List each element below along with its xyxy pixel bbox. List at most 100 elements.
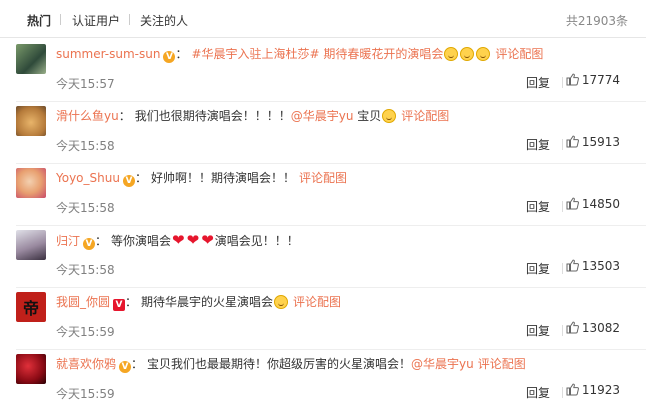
emoji-icon: [382, 109, 397, 123]
comment-body: 归汀 V：等你演唱会❤ ❤ ❤演唱会见！！！: [56, 231, 299, 250]
comment-colon: ：: [175, 47, 188, 61]
comment-body: Yoyo_Shuu V：好帅啊！！期待演唱会！！ 评论配图: [56, 169, 347, 187]
tab-divider: [60, 14, 61, 25]
verified-badge-icon: V: [83, 238, 96, 250]
comment-text[interactable]: #华晨宇入驻上海杜莎# 期待春暖花开的演唱会: [191, 47, 443, 61]
tab-divider: [129, 14, 130, 25]
tab-hot[interactable]: 热门: [27, 12, 51, 29]
reply-button[interactable]: 回复: [526, 384, 550, 401]
comment-body: 我圆_你圆 V：期待华晨宇的火星演唱会 评论配图: [56, 293, 341, 311]
emoji-icon: [274, 295, 289, 309]
comment-item: Yoyo_Shuu V：好帅啊！！期待演唱会！！ 评论配图 今天15:58 回复 1…: [0, 164, 646, 226]
like-count: 13082: [581, 321, 620, 335]
thumbs-up-icon: [566, 321, 579, 334]
comment-time: 今天15:57: [56, 77, 115, 91]
action-divider: [562, 77, 563, 88]
comment-time: 今天15:58: [56, 139, 115, 153]
action-divider: [562, 325, 563, 336]
mention-link[interactable]: @华晨宇yu: [411, 357, 474, 371]
thumbs-up-icon: [566, 197, 579, 210]
comment-picture-link[interactable]: 评论配图: [495, 47, 543, 61]
action-divider: [562, 387, 563, 398]
comment-text: 期待华晨宇的火星演唱会: [141, 295, 274, 309]
comment-time: 今天15:59: [56, 387, 115, 401]
avatar[interactable]: [16, 44, 46, 74]
comment-colon: ：: [134, 171, 147, 185]
action-divider: [562, 139, 563, 150]
like-count: 14850: [581, 197, 620, 211]
comment-text-tail: 演唱会见！！！: [214, 234, 299, 248]
comment-username[interactable]: 我圆_你圆: [56, 295, 110, 309]
comment-item: 滑什么鱼yu： 我们也很期待演唱会！！！！@华晨宇yu 宝贝 评论配图 今天15:5…: [0, 102, 646, 164]
tab-following[interactable]: 关注的人: [140, 12, 188, 29]
avatar[interactable]: [16, 168, 46, 198]
thumbs-up-icon: [566, 383, 579, 396]
comment-text-tail: 宝贝: [353, 109, 382, 123]
comment-body: summer-sum-sun V： #华晨宇入驻上海杜莎# 期待春暖花开的演唱会 评论…: [56, 45, 543, 63]
emoji-icon: [460, 47, 475, 61]
comment-picture-link[interactable]: 评论配图: [293, 295, 341, 309]
avatar[interactable]: 帝: [16, 292, 46, 322]
comment-text: 等你演唱会: [111, 234, 172, 248]
comment-text: 宝贝我们也最最期待！你超级厉害的火星演唱会！: [147, 357, 412, 371]
like-button[interactable]: 11923: [566, 383, 620, 397]
comment-picture-link[interactable]: 评论配图: [401, 109, 449, 123]
comment-username[interactable]: Yoyo_Shuu: [56, 171, 120, 185]
tabs-divider-line: [0, 37, 646, 38]
like-count: 11923: [581, 383, 620, 397]
comment-username[interactable]: 归汀: [56, 234, 80, 248]
like-count: 13503: [581, 259, 620, 273]
comment-text: 我们也很期待演唱会！！！！: [134, 109, 291, 123]
reply-button[interactable]: 回复: [526, 260, 550, 277]
thumbs-up-icon: [566, 135, 579, 148]
thumbs-up-icon: [566, 259, 579, 272]
avatar[interactable]: [16, 230, 46, 260]
emoji-icon: [444, 47, 459, 61]
comment-tabs: 热门 认证用户 关注的人 共21903条: [0, 0, 646, 38]
verified-badge-icon: V: [163, 51, 176, 63]
heart-icon: ❤: [172, 231, 185, 249]
heart-icon: ❤: [186, 231, 200, 249]
comment-time: 今天15:58: [56, 201, 115, 215]
like-button[interactable]: 13082: [566, 321, 620, 335]
reply-button[interactable]: 回复: [526, 322, 550, 339]
reply-button[interactable]: 回复: [526, 198, 550, 215]
action-divider: [562, 201, 563, 212]
mention-link[interactable]: @华晨宇yu: [291, 109, 354, 123]
comment-username[interactable]: summer-sum-sun: [56, 47, 160, 61]
comment-text: 好帅啊！！期待演唱会！！: [150, 171, 295, 185]
verified-badge-icon: V: [119, 361, 132, 373]
comment-item: 帝 我圆_你圆 V：期待华晨宇的火星演唱会 评论配图 今天15:59 回复 1308…: [0, 288, 646, 350]
comment-item: 就喜欢你鸦 V：宝贝我们也最最期待！你超级厉害的火星演唱会！@华晨宇yu 评论配图 …: [0, 350, 646, 407]
comment-picture-link[interactable]: 评论配图: [299, 171, 347, 185]
verified-badge-icon: V: [122, 175, 135, 187]
emoji-icon: [476, 47, 491, 61]
avatar[interactable]: [16, 354, 46, 384]
like-button[interactable]: 13503: [566, 259, 620, 273]
comment-username[interactable]: 滑什么鱼yu: [56, 109, 119, 123]
comment-picture-link[interactable]: 评论配图: [478, 357, 526, 371]
like-button[interactable]: 14850: [566, 197, 620, 211]
comment-item: 归汀 V：等你演唱会❤ ❤ ❤演唱会见！！！ 今天15:58 回复 13503: [0, 226, 646, 288]
like-button[interactable]: 15913: [566, 135, 620, 149]
avatar[interactable]: [16, 106, 46, 136]
comment-total-count: 共21903条: [565, 14, 628, 28]
comment-item: summer-sum-sun V： #华晨宇入驻上海杜莎# 期待春暖花开的演唱会 评论…: [0, 40, 646, 102]
heart-icon: ❤: [201, 231, 214, 249]
comment-body: 就喜欢你鸦 V：宝贝我们也最最期待！你超级厉害的火星演唱会！@华晨宇yu 评论配图: [56, 355, 526, 373]
like-count: 15913: [581, 135, 620, 149]
comment-colon: ：: [118, 109, 131, 123]
reply-button[interactable]: 回复: [526, 74, 550, 91]
comment-username[interactable]: 就喜欢你鸦: [56, 357, 116, 371]
reply-button[interactable]: 回复: [526, 136, 550, 153]
verified-badge-icon: V: [113, 299, 126, 311]
action-divider: [562, 263, 563, 274]
tab-verified-users[interactable]: 认证用户: [72, 12, 120, 29]
like-button[interactable]: 17774: [566, 73, 620, 87]
thumbs-up-icon: [566, 73, 579, 86]
comment-time: 今天15:58: [56, 263, 115, 277]
comment-colon: ：: [131, 357, 144, 371]
comment-time: 今天15:59: [56, 325, 115, 339]
comment-body: 滑什么鱼yu： 我们也很期待演唱会！！！！@华晨宇yu 宝贝 评论配图: [56, 107, 449, 125]
comment-colon: ：: [95, 234, 108, 248]
